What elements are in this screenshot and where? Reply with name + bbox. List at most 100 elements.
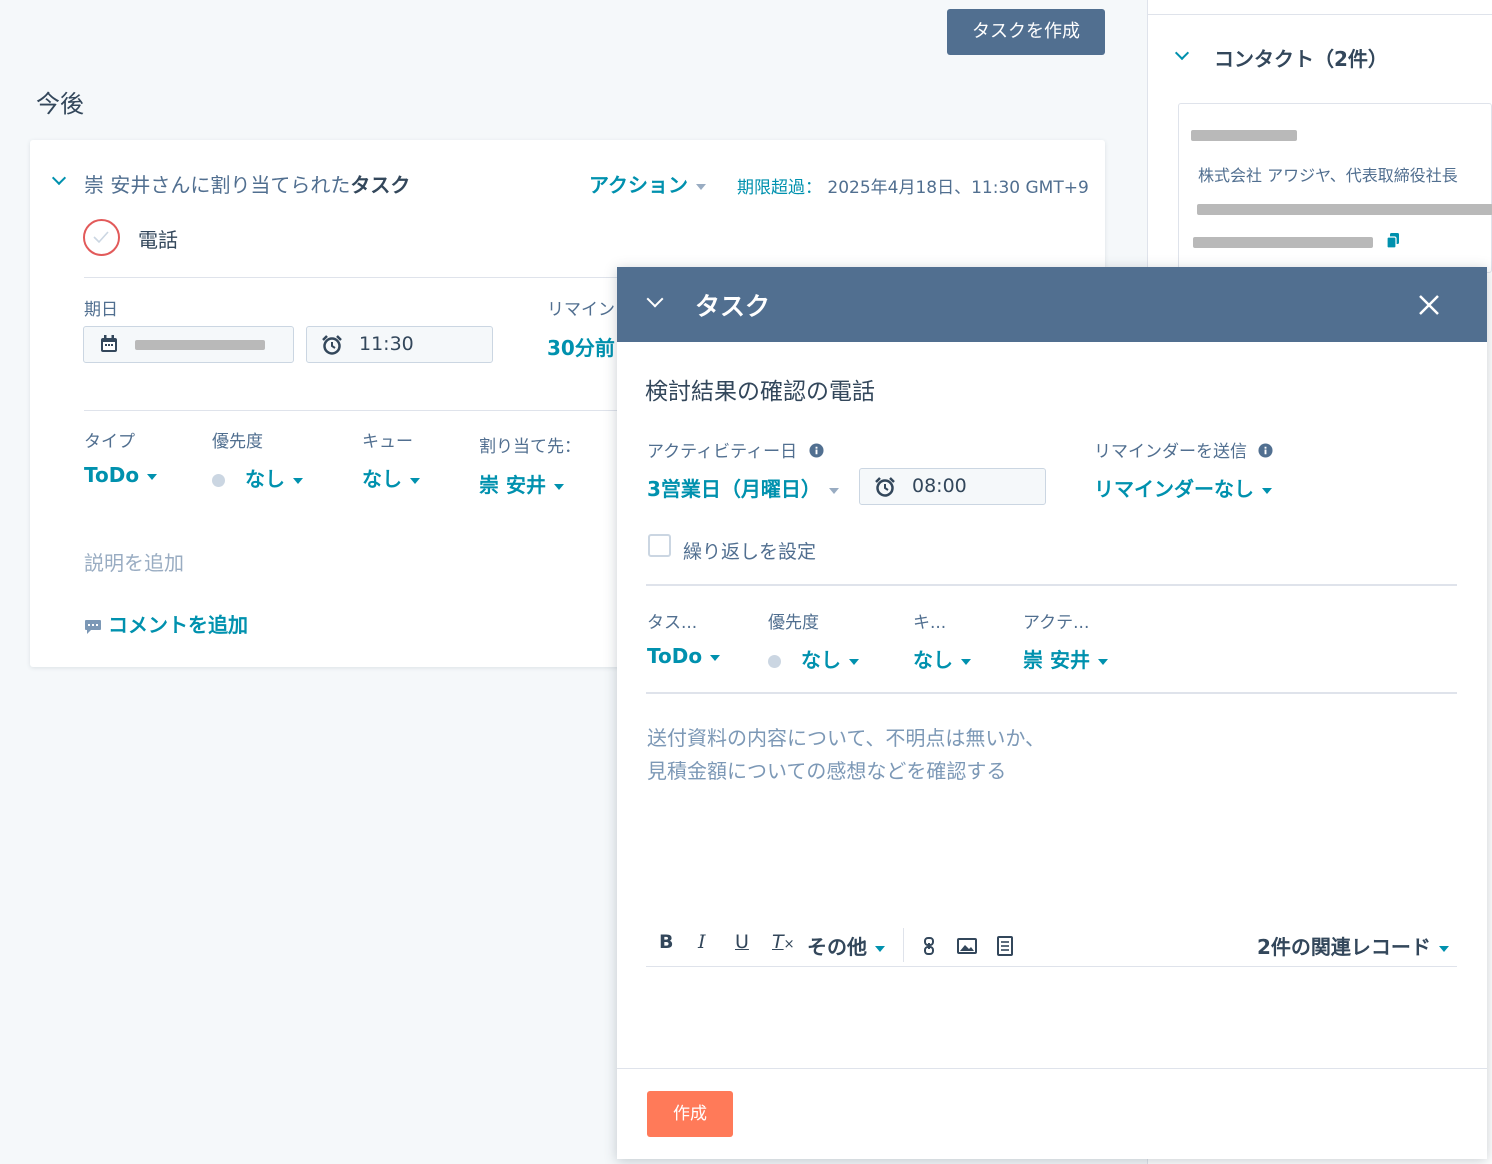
complete-task-circle[interactable] [83, 219, 120, 256]
activity-time-value: 08:00 [912, 475, 967, 497]
due-date-input[interactable] [83, 326, 294, 363]
type-label: タイプ [84, 432, 135, 452]
overdue-value: 2025年4月18日、11:30 GMT+9 [827, 178, 1089, 198]
modal-queue-dropdown[interactable]: なし [913, 644, 971, 673]
more-format-dropdown[interactable]: その他 [807, 931, 885, 960]
reminder-dropdown[interactable]: リマインダーなし [1094, 473, 1272, 502]
repeat-checkbox[interactable] [648, 534, 671, 557]
snippet-icon[interactable] [997, 936, 1013, 956]
redacted-contact-name[interactable] [1191, 130, 1297, 141]
clear-format-button[interactable]: T× [772, 931, 795, 953]
task-title-input[interactable]: 検討結果の確認の電話 [645, 372, 875, 406]
info-icon[interactable] [1258, 443, 1273, 458]
priority-dropdown[interactable]: なし [212, 463, 303, 492]
description-line-2: 見積金額についての感想などを確認する [647, 759, 1007, 783]
caret-down-icon [828, 487, 839, 494]
redacted-date [135, 340, 265, 350]
caret-down-icon [875, 945, 885, 952]
activity-date-label-text: アクティビティー日 [647, 442, 798, 462]
repeat-label: 繰り返しを設定 [683, 541, 817, 563]
send-reminder-label: リマインダーを送信 [1094, 437, 1273, 462]
checkmark-icon [93, 231, 109, 244]
create-button[interactable]: 作成 [647, 1091, 733, 1137]
task-modal: タスク 検討結果の確認の電話 アクティビティー日 3営業日（月曜日） 08:00… [617, 267, 1487, 1159]
link-icon[interactable] [922, 937, 936, 955]
contact-company-line: 株式会社 アワジヤ、代表取締役社長 [1198, 166, 1458, 185]
modal-priority-dropdown[interactable]: なし [768, 644, 859, 673]
copy-icon[interactable] [1386, 233, 1400, 249]
underline-button[interactable]: U [735, 931, 749, 953]
reminder-label: リマイン [547, 300, 615, 320]
description-line-1: 送付資料の内容について、不明点は無いか、 [647, 726, 1045, 750]
add-comment-link[interactable]: コメントを追加 [84, 609, 248, 638]
due-time-value: 11:30 [359, 333, 414, 355]
redacted-contact-email[interactable] [1197, 204, 1492, 215]
caret-down-icon [710, 654, 721, 661]
send-reminder-label-text: リマインダーを送信 [1094, 442, 1247, 462]
activity-date-value: 3営業日（月曜日） [647, 477, 821, 501]
overdue-label: 期限超過： [737, 178, 822, 198]
italic-button[interactable]: I [698, 931, 706, 953]
modal-divider [646, 584, 1457, 586]
queue-dropdown[interactable]: なし [362, 463, 420, 492]
caret-down-icon [849, 658, 859, 665]
contacts-chevron-icon[interactable] [1174, 45, 1190, 61]
reminder-dropdown-value: リマインダーなし [1094, 477, 1254, 501]
assignee-dropdown[interactable]: 崇 安井 [479, 469, 564, 498]
bold-button[interactable]: B [659, 931, 673, 953]
assigned-prefix: 崇 安井さんに割り当てられた [84, 173, 351, 197]
minimize-chevron-icon[interactable] [646, 290, 664, 308]
priority-value: なし [245, 467, 285, 491]
caret-down-icon [1262, 487, 1272, 494]
image-icon[interactable] [957, 938, 977, 954]
caret-down-icon [553, 483, 564, 490]
modal-title: タスク [695, 292, 771, 321]
modal-type-label: タス... [647, 613, 698, 633]
more-format-label: その他 [807, 935, 867, 959]
comment-icon [85, 619, 101, 634]
caret-down-icon [1438, 945, 1449, 952]
due-time-input[interactable]: 11:30 [306, 326, 493, 363]
queue-label: キュー [362, 432, 413, 452]
task-name[interactable]: 電話 [138, 224, 178, 253]
toolbar-divider [646, 966, 1457, 967]
activity-date-label: アクティビティー日 [647, 437, 824, 462]
associations-label: 2件の関連レコード [1257, 935, 1431, 959]
add-comment-label: コメントを追加 [108, 613, 248, 637]
alarm-clock-icon [875, 477, 895, 497]
modal-divider [646, 692, 1457, 694]
type-dropdown[interactable]: ToDo [84, 463, 158, 487]
modal-type-dropdown[interactable]: ToDo [647, 644, 721, 668]
queue-value: なし [362, 467, 402, 491]
caret-down-icon [1097, 658, 1108, 665]
add-description[interactable]: 説明を追加 [84, 547, 184, 576]
description-editor[interactable]: 送付資料の内容について、不明点は無いか、 見積金額についての感想などを確認する [647, 722, 1437, 922]
type-value: ToDo [84, 463, 140, 487]
create-task-button[interactable]: タスクを作成 [947, 9, 1105, 55]
modal-assignee-value: 崇 安井 [1023, 648, 1090, 672]
modal-priority-label: 優先度 [768, 613, 819, 633]
toolbar-separator [903, 928, 904, 962]
due-label: 期日 [84, 300, 118, 320]
collapse-chevron-icon[interactable] [51, 170, 67, 186]
actions-dropdown[interactable]: アクション [589, 169, 706, 198]
close-icon[interactable] [1417, 293, 1441, 317]
clear-x-icon: × [783, 937, 795, 952]
associations-dropdown[interactable]: 2件の関連レコード [1257, 931, 1449, 960]
alarm-clock-icon [322, 335, 342, 355]
info-icon[interactable] [809, 443, 824, 458]
caret-down-icon [961, 658, 971, 665]
section-title: 今後 [36, 90, 84, 118]
modal-queue-label: キ... [913, 613, 947, 633]
contact-card: 株式会社 アワジヤ、代表取締役社長 [1178, 103, 1492, 273]
task-assigned-heading: 崇 安井さんに割り当てられたタスク [84, 169, 410, 198]
modal-assignee-label: アクテ... [1023, 613, 1090, 633]
reminder-value[interactable]: 30分前 [547, 332, 615, 361]
activity-time-input[interactable]: 08:00 [859, 468, 1046, 505]
assignee-value: 崇 安井 [479, 473, 546, 497]
activity-date-dropdown[interactable]: 3営業日（月曜日） [647, 473, 839, 502]
caret-down-icon [147, 473, 158, 480]
modal-assignee-dropdown[interactable]: 崇 安井 [1023, 644, 1108, 673]
modal-header: タスク [617, 267, 1487, 342]
redacted-contact-phone [1193, 237, 1373, 248]
